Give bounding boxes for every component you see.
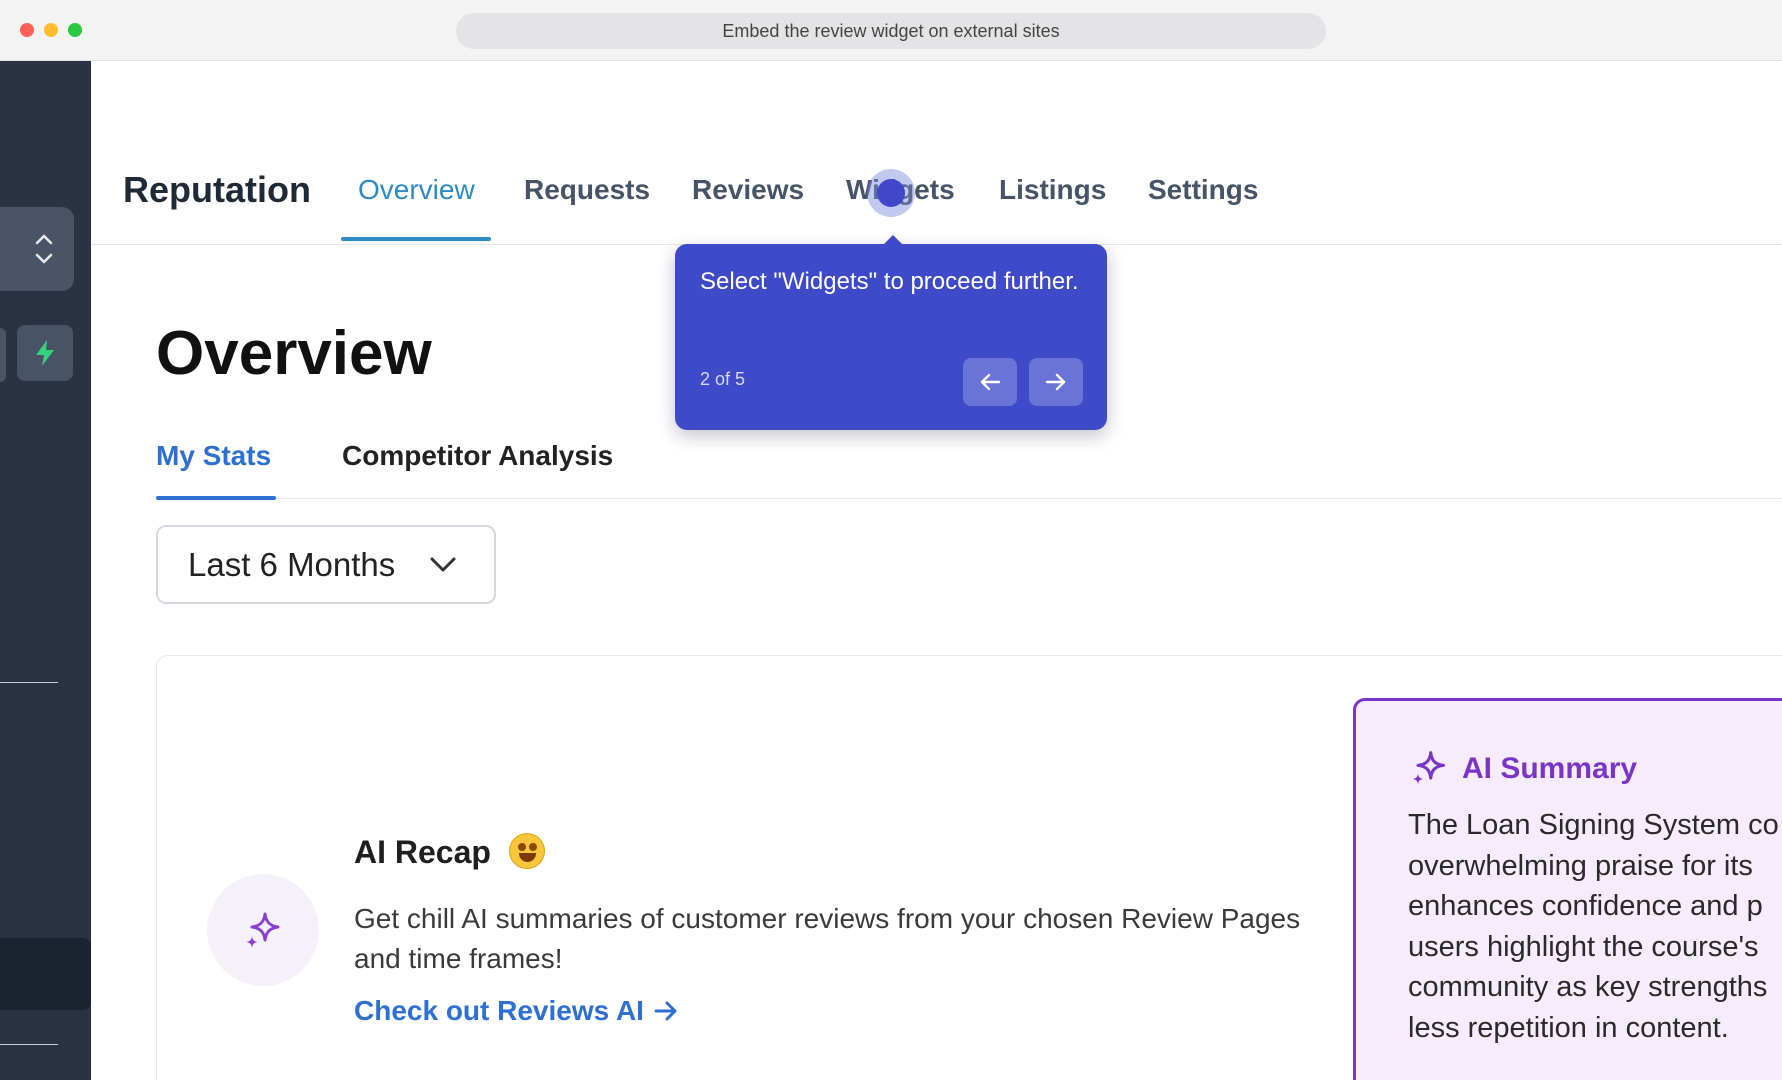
ai-summary-text: The Loan Signing System co overwhelming … (1408, 805, 1782, 1048)
lightning-bolt-icon (36, 340, 54, 366)
subtab-competitor-analysis[interactable]: Competitor Analysis (342, 440, 613, 472)
browser-window: Embed the review widget on external site… (0, 0, 1782, 1080)
arrow-right-icon (1045, 373, 1066, 391)
address-bar[interactable]: Embed the review widget on external site… (456, 13, 1326, 49)
chevron-down-icon (430, 557, 456, 572)
sidebar: s (0, 61, 91, 1080)
ai-summary-header: AI Summary (1408, 749, 1637, 789)
account-switcher[interactable] (0, 207, 74, 291)
guide-hotspot[interactable] (867, 169, 915, 217)
sparkles-icon (1412, 751, 1445, 785)
ai-summary-line: less repetition in content. (1408, 1011, 1729, 1044)
ai-summary-line: enhances confidence and p (1408, 890, 1763, 922)
tooltip-text: Select "Widgets" to proceed further. (700, 268, 1079, 295)
tooltip-next-button[interactable] (1029, 358, 1083, 406)
sparkles-icon (246, 912, 280, 948)
page-title: Overview (156, 319, 432, 388)
tab-requests[interactable]: Requests (524, 174, 650, 206)
app-title: Reputation (123, 169, 311, 210)
title-bar: Embed the review widget on external site… (0, 0, 1782, 61)
tooltip-previous-button[interactable] (963, 358, 1017, 406)
subtab-divider (156, 498, 1782, 499)
tab-reviews[interactable]: Reviews (692, 174, 804, 206)
minimize-window-button[interactable] (44, 23, 58, 37)
reviews-ai-link-label: Check out Reviews AI (354, 995, 644, 1026)
active-tab-indicator (341, 237, 491, 241)
app-header: Reputation Overview Requests Reviews Wid… (91, 61, 1782, 245)
sidebar-item-active[interactable] (0, 938, 91, 1010)
quick-actions-button[interactable] (17, 325, 73, 381)
ai-recap-description: Get chill AI summaries of customer revie… (354, 903, 1301, 974)
window-title: Embed the review widget on external site… (722, 20, 1060, 41)
maximize-window-button[interactable] (68, 23, 82, 37)
tab-overview[interactable]: Overview (358, 174, 475, 206)
ai-summary-line: community as key strengths (1408, 971, 1768, 1003)
sidebar-item-partial[interactable] (0, 328, 6, 382)
sidebar-divider (0, 682, 58, 683)
arrow-right-icon (654, 1001, 677, 1021)
guide-tooltip: Select "Widgets" to proceed further. 2 o… (675, 235, 1107, 430)
tab-listings[interactable]: Listings (999, 174, 1106, 206)
tooltip-step-counter: 2 of 5 (700, 369, 746, 389)
ai-summary-line: users highlight the course's (1408, 930, 1759, 963)
active-subtab-indicator (156, 496, 276, 500)
ai-recap-title: AI Recap (354, 834, 491, 870)
ai-summary-panel: AI Summary The Loan Signing System co ov… (1353, 698, 1782, 1080)
close-window-button[interactable] (20, 23, 34, 37)
star-struck-emoji-icon (509, 833, 545, 869)
arrow-left-icon (980, 373, 1001, 391)
ai-recap-icon-badge (207, 874, 319, 986)
ai-summary-title: AI Summary (1462, 752, 1638, 785)
date-range-select[interactable]: Last 6 Months (156, 525, 496, 604)
ai-summary-line: overwhelming praise for its (1408, 849, 1753, 882)
subtab-my-stats[interactable]: My Stats (156, 440, 271, 472)
date-range-value: Last 6 Months (188, 545, 396, 583)
ai-summary-line: The Loan Signing System co (1408, 809, 1779, 841)
sidebar-divider (0, 1044, 58, 1045)
check-out-reviews-ai-link[interactable]: Check out Reviews AI (354, 995, 678, 1027)
tab-settings[interactable]: Settings (1148, 174, 1258, 206)
ai-recap-card: AI Recap Get chill AI summaries of custo… (156, 655, 1782, 1080)
chevron-up-down-icon (35, 234, 53, 264)
